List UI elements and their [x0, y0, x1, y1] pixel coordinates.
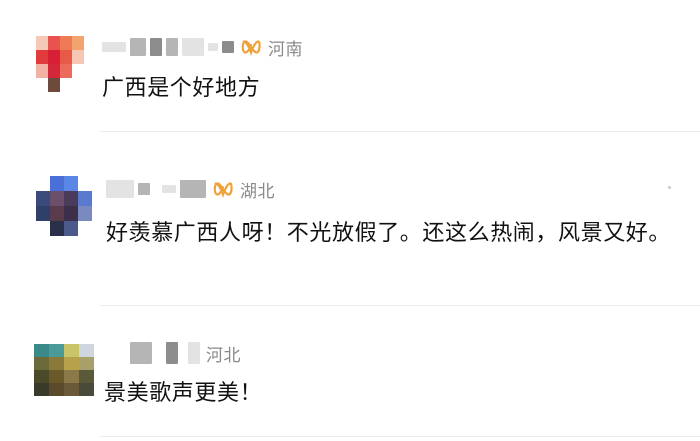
comment-divider [100, 131, 700, 132]
comment-text: 广西是个好地方 [102, 76, 261, 101]
vip-membership-icon[interactable] [240, 36, 262, 58]
username-row[interactable]: 河南 [102, 34, 303, 60]
comment-divider [100, 305, 700, 306]
user-avatar[interactable] [36, 176, 92, 236]
username-row[interactable]: 河北 [130, 340, 241, 366]
redacted-username [130, 342, 152, 364]
redacted-username [166, 342, 178, 364]
username-row[interactable]: 湖北 [106, 176, 275, 202]
comment-text: 好羡慕广西人呀！不光放假了。还这么热闹，风景又好。 [106, 221, 672, 246]
redacted-username [222, 41, 234, 53]
redacted-username [102, 42, 126, 52]
redacted-username [150, 38, 162, 56]
ip-location: 河南 [268, 39, 303, 60]
vip-membership-icon[interactable] [212, 178, 234, 200]
redacted-username [180, 180, 206, 198]
redacted-username [106, 180, 134, 198]
redacted-username [208, 43, 218, 51]
redacted-username [188, 342, 200, 364]
redacted-username [138, 183, 150, 195]
redacted-username [166, 38, 178, 56]
redacted-username [130, 38, 146, 56]
redacted-username [162, 185, 176, 193]
redacted-username [182, 38, 204, 56]
ip-location: 河北 [206, 345, 241, 366]
user-avatar[interactable] [36, 36, 84, 92]
ip-location: 湖北 [240, 181, 275, 202]
comment-divider [100, 436, 700, 437]
comment-text: 景美歌声更美！ [104, 381, 263, 406]
more-options-icon[interactable] [668, 186, 671, 189]
user-avatar[interactable] [34, 344, 94, 396]
